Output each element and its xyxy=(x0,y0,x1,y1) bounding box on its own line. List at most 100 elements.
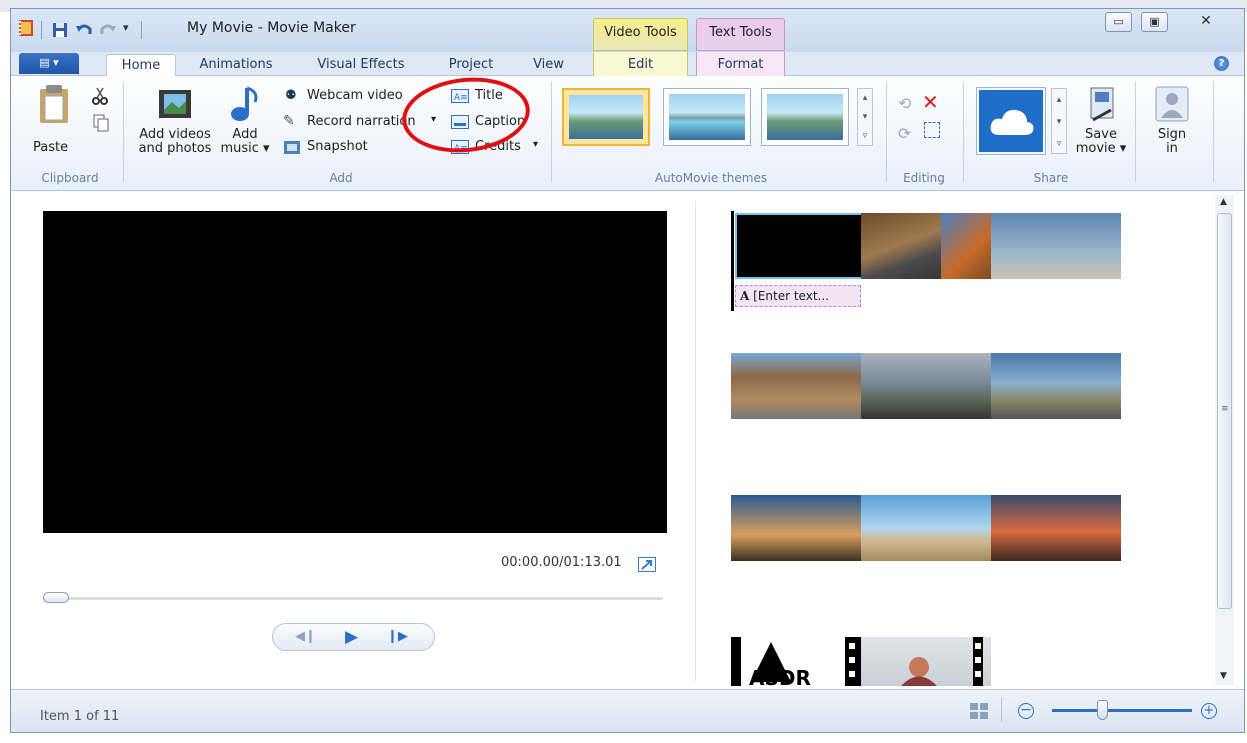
sign-in-button[interactable]: Sign in xyxy=(1149,84,1195,168)
snapshot-button[interactable]: Snapshot xyxy=(283,139,393,157)
add-videos-line1: Add videos xyxy=(139,127,211,142)
video-preview[interactable] xyxy=(43,211,667,533)
text-caption-clip[interactable]: A [Enter text... xyxy=(735,285,861,307)
video-tools-context: Video Tools xyxy=(593,18,688,51)
plus-icon: + xyxy=(1203,703,1215,718)
more-icon: ▿ xyxy=(1056,139,1062,149)
help-icon[interactable]: ? xyxy=(1214,56,1229,71)
chevron-down-icon: ▾ xyxy=(862,112,868,122)
group-separator xyxy=(886,82,887,182)
themes-group-label: AutoMovie themes xyxy=(654,171,768,185)
tab-home[interactable]: Home xyxy=(106,54,176,77)
scroll-up-icon[interactable]: ▲ xyxy=(1220,197,1227,207)
maximize-button[interactable]: ▣ xyxy=(1141,12,1168,32)
scrollbar-thumb[interactable]: ≡ xyxy=(1217,213,1232,609)
scroll-down-icon[interactable]: ▼ xyxy=(1220,671,1227,681)
clip-asdr-logo[interactable]: ASDR xyxy=(731,637,861,690)
cut-icon[interactable] xyxy=(91,86,109,106)
main-window: ▾ My Movie - Movie Maker Video Tools Tex… xyxy=(10,8,1245,733)
paste-button[interactable]: Paste xyxy=(31,84,77,164)
microphone-icon: ✎ xyxy=(283,113,295,129)
webcam-label: Webcam video xyxy=(307,88,403,103)
clip-sunset-1[interactable] xyxy=(731,495,861,561)
tab-view[interactable]: View xyxy=(526,54,571,76)
rotate-right-icon[interactable]: ⟳ xyxy=(898,124,911,143)
file-menu-button[interactable]: ▤ ▾ xyxy=(19,53,79,74)
minimize-button[interactable]: ▭ xyxy=(1105,12,1132,32)
tab-visual-effects[interactable]: Visual Effects xyxy=(306,54,416,76)
pane-divider[interactable] xyxy=(695,201,696,681)
add-music-button[interactable]: Add music ▾ xyxy=(215,84,273,168)
save-movie-label: Save movie ▾ xyxy=(1075,128,1127,156)
chevron-up-icon: ▴ xyxy=(1056,95,1062,105)
play-icon[interactable]: ▶ xyxy=(345,627,358,647)
clip-mountains[interactable] xyxy=(861,353,991,419)
customize-quick-access-icon[interactable]: ▾ xyxy=(123,21,129,34)
share-group-label: Share xyxy=(1033,171,1069,185)
chevron-down-icon: ▾ xyxy=(1056,117,1062,127)
zoom-slider-thumb[interactable] xyxy=(1097,700,1108,720)
webcam-video-button[interactable]: ⚉ Webcam video xyxy=(285,88,415,106)
seek-thumb[interactable] xyxy=(43,592,69,603)
file-menu-icon: ▤ ▾ xyxy=(39,56,59,69)
ribbon-tab-row: ▤ ▾ Home Animations Visual Effects Proje… xyxy=(11,52,1244,77)
close-button[interactable]: ✕ xyxy=(1187,12,1225,32)
save-icon[interactable] xyxy=(51,21,69,39)
record-narration-label: Record narration xyxy=(307,114,416,129)
onedrive-share-button[interactable] xyxy=(976,87,1046,155)
zoom-slider-track[interactable] xyxy=(1052,709,1192,712)
add-videos-line2: and photos xyxy=(138,141,212,156)
rotate-left-icon[interactable]: ⟲ xyxy=(898,94,911,113)
previous-frame-icon[interactable]: ◀❙ xyxy=(295,629,316,644)
status-separator xyxy=(1001,698,1002,722)
clip-sunset-2[interactable] xyxy=(991,495,1121,561)
select-all-icon[interactable] xyxy=(924,122,940,138)
clip-title-black[interactable] xyxy=(735,213,865,279)
minus-icon: − xyxy=(1020,702,1032,718)
expand-icon xyxy=(641,560,652,570)
clip-object[interactable] xyxy=(941,213,991,279)
themes-gallery-scroll[interactable]: ▴ ▾ ▿ xyxy=(857,88,873,146)
save-movie-line2: movie xyxy=(1075,141,1116,156)
tab-animations[interactable]: Animations xyxy=(191,54,281,76)
next-frame-icon[interactable]: ❙▶ xyxy=(387,629,408,644)
clip-person-video[interactable] xyxy=(861,637,991,686)
add-videos-label: Add videos and photos xyxy=(137,128,213,156)
clip-desert[interactable] xyxy=(861,495,991,561)
snapshot-icon xyxy=(284,141,300,154)
clip-sculpture[interactable] xyxy=(991,213,1121,279)
movie-maker-app: ▾ My Movie - Movie Maker Video Tools Tex… xyxy=(0,0,1247,743)
add-music-dropdown-icon: ▾ xyxy=(258,141,270,156)
zoom-out-button[interactable]: − xyxy=(1018,703,1034,719)
tab-edit[interactable]: Edit xyxy=(593,54,688,76)
automovie-theme-1[interactable] xyxy=(562,88,650,146)
add-music-label: Add music ▾ xyxy=(217,128,273,156)
window-title: My Movie - Movie Maker xyxy=(187,20,356,36)
playhead-cursor xyxy=(731,211,734,311)
redo-icon[interactable] xyxy=(99,21,117,39)
storyboard: A [Enter text... ASDR xyxy=(731,211,1211,690)
sign-in-line2: in xyxy=(1166,141,1178,156)
theme-1-thumbnail xyxy=(569,95,643,139)
group-separator xyxy=(551,82,552,182)
tab-format[interactable]: Format xyxy=(696,54,785,76)
add-videos-photos-button[interactable]: Add videos and photos xyxy=(135,84,215,168)
remove-icon[interactable]: ✕ xyxy=(922,90,939,114)
clip-road[interactable] xyxy=(991,353,1121,419)
credits-dropdown-icon: ▾ xyxy=(533,139,539,150)
thumbnail-size-icon[interactable] xyxy=(969,702,989,720)
tab-project[interactable]: Project xyxy=(441,54,501,76)
undo-icon[interactable] xyxy=(75,21,93,39)
clipboard-group-label: Clipboard xyxy=(41,171,99,185)
automovie-theme-3[interactable] xyxy=(761,88,849,146)
automovie-theme-2[interactable] xyxy=(663,88,751,146)
save-movie-button[interactable]: Save movie ▾ xyxy=(1075,84,1127,168)
zoom-in-button[interactable]: + xyxy=(1201,703,1217,719)
clip-building[interactable] xyxy=(731,353,861,419)
share-gallery-scroll[interactable]: ▴ ▾ ▿ xyxy=(1051,88,1067,154)
music-note-icon xyxy=(231,86,258,121)
fullscreen-button[interactable] xyxy=(638,557,656,572)
copy-icon[interactable] xyxy=(93,114,109,132)
paste-label: Paste xyxy=(33,140,69,155)
seek-bar[interactable] xyxy=(43,597,663,600)
